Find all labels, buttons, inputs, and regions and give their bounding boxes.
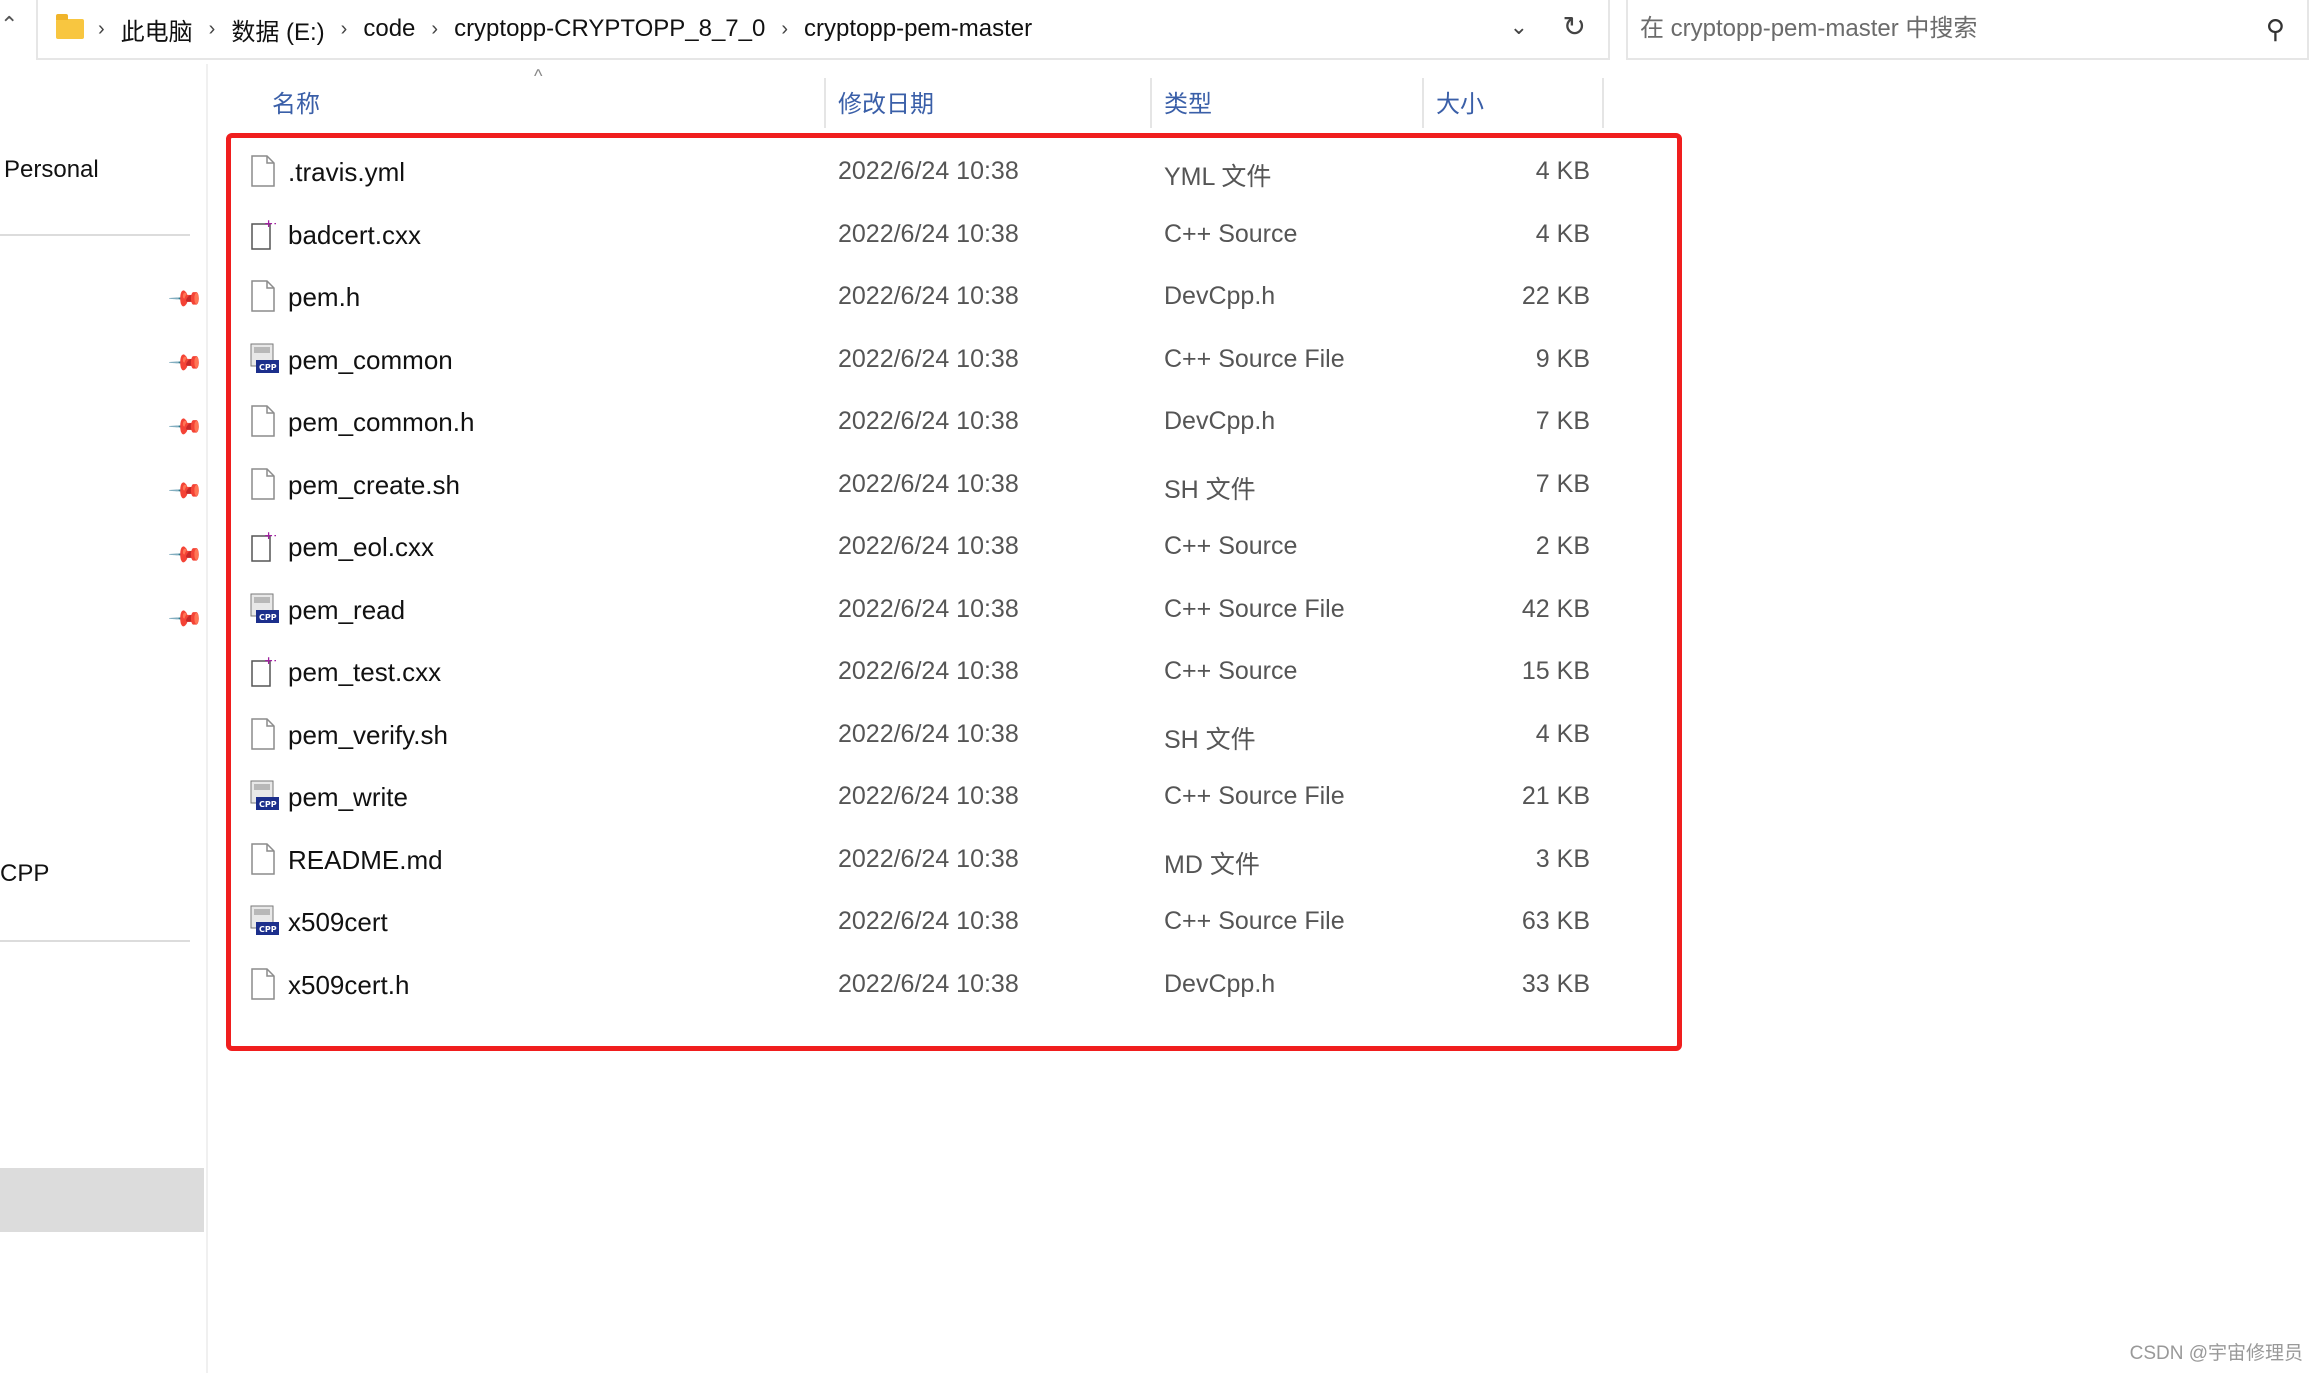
chevron-down-icon[interactable]: ⌄ bbox=[1510, 14, 1528, 40]
sidebar-item-selected[interactable] bbox=[0, 1168, 204, 1232]
chevron-right-icon[interactable]: › bbox=[781, 18, 788, 41]
column-header-type[interactable]: 类型 bbox=[1164, 84, 1212, 119]
sidebar-item-personal[interactable]: Personal bbox=[4, 156, 99, 184]
highlight-box bbox=[226, 133, 1682, 1051]
column-header-date[interactable]: 修改日期 bbox=[838, 84, 934, 119]
search-input[interactable] bbox=[1638, 14, 2242, 44]
sidebar-divider bbox=[0, 940, 190, 942]
breadcrumb-item-this-pc[interactable]: 此电脑 bbox=[121, 12, 193, 47]
search-icon[interactable]: ⚲ bbox=[2266, 14, 2285, 45]
search-box[interactable]: ⚲ bbox=[1626, 0, 2309, 60]
chevron-right-icon[interactable]: › bbox=[341, 18, 348, 41]
breadcrumb-item-current[interactable]: cryptopp-pem-master bbox=[804, 15, 1032, 43]
watermark: CSDN @宇宙修理员 bbox=[2129, 1343, 2303, 1364]
chevron-right-icon[interactable]: › bbox=[431, 18, 438, 41]
up-arrow-icon[interactable]: ⌃ bbox=[0, 12, 18, 38]
breadcrumb[interactable]: › 此电脑 › 数据 (E:) › code › cryptopp-CRYPTO… bbox=[36, 0, 1610, 60]
pin-icon[interactable]: 📌 bbox=[167, 472, 205, 510]
pin-icon[interactable]: 📌 bbox=[167, 280, 205, 318]
chevron-right-icon[interactable]: › bbox=[209, 18, 216, 41]
pin-icon[interactable]: 📌 bbox=[167, 536, 205, 574]
breadcrumb-item-code[interactable]: code bbox=[363, 15, 415, 43]
sidebar-divider bbox=[0, 234, 190, 236]
file-explorer-window: ⌃ › 此电脑 › 数据 (E:) › code › cryptopp-CRYP… bbox=[0, 0, 2311, 1373]
column-divider[interactable] bbox=[1602, 78, 1604, 128]
column-divider[interactable] bbox=[1422, 78, 1424, 128]
sort-ascending-icon: ^ bbox=[534, 66, 543, 86]
navigation-pane: Personal 📌 📌 📌 📌 📌 📌 CPP bbox=[0, 64, 208, 1373]
pin-icon[interactable]: 📌 bbox=[167, 600, 205, 638]
pin-icon[interactable]: 📌 bbox=[167, 408, 205, 446]
column-header-row: ^ 名称 修改日期 类型 大小 bbox=[208, 64, 1608, 138]
chevron-right-icon[interactable]: › bbox=[98, 18, 105, 41]
column-divider[interactable] bbox=[1150, 78, 1152, 128]
breadcrumb-item-cryptopp[interactable]: cryptopp-CRYPTOPP_8_7_0 bbox=[454, 15, 765, 43]
column-header-size[interactable]: 大小 bbox=[1436, 84, 1484, 119]
pin-icon[interactable]: 📌 bbox=[167, 344, 205, 382]
sidebar-item-cpp[interactable]: CPP bbox=[0, 860, 49, 888]
folder-icon bbox=[56, 14, 84, 39]
refresh-icon[interactable]: ↻ bbox=[1563, 10, 1586, 43]
column-header-name[interactable]: 名称 bbox=[272, 84, 320, 119]
address-bar: ⌃ › 此电脑 › 数据 (E:) › code › cryptopp-CRYP… bbox=[0, 0, 2311, 64]
column-divider[interactable] bbox=[824, 78, 826, 128]
breadcrumb-item-drive[interactable]: 数据 (E:) bbox=[231, 12, 324, 47]
